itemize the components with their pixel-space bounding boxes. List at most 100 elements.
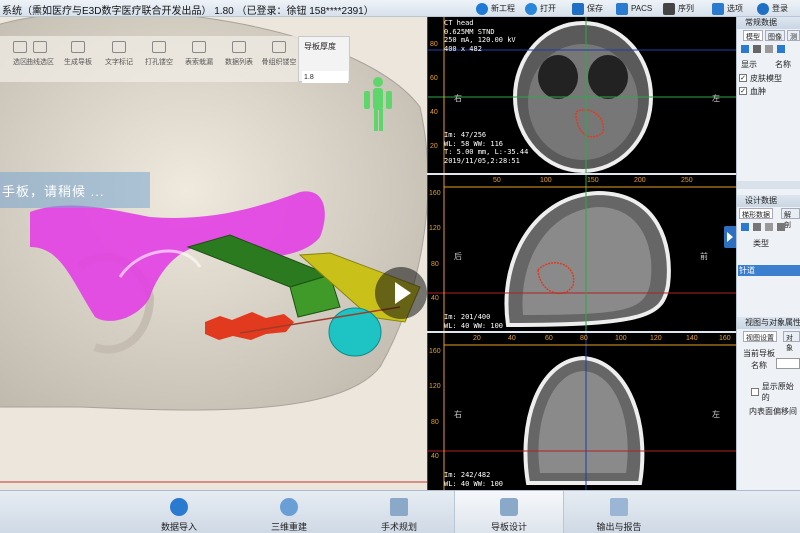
x-tick-label: 200 <box>634 177 646 184</box>
paint-icon[interactable] <box>741 45 749 53</box>
floppy-disk-icon <box>572 2 584 15</box>
copy-icon[interactable] <box>753 223 761 231</box>
tool-text-mark[interactable]: 文字标记 <box>99 36 139 82</box>
tab-anatomy[interactable]: 解剖 <box>781 208 800 229</box>
x-tick-label: 250 <box>681 177 693 184</box>
x-tick-label: 60 <box>545 335 553 342</box>
guide-thickness-panel: 导板厚度 <box>298 36 350 83</box>
tool-curve-select[interactable]: 曲线选区 <box>20 36 60 82</box>
tool-generate-guide[interactable]: 生成导板 <box>58 36 98 82</box>
x-tick-label: 40 <box>508 335 516 342</box>
x-tick-label: 150 <box>587 177 599 184</box>
text-mark-icon <box>112 41 126 53</box>
nav-label: 导板设计 <box>490 522 527 532</box>
section-general-data-header[interactable]: 常规数据 <box>737 17 800 29</box>
login-label: 登录 <box>772 4 788 13</box>
nav-guide-design[interactable]: 导板设计 <box>454 491 564 533</box>
ct-sagittal-footer-info: Im: 201/400 WL: 40 WW: 100 <box>444 313 503 330</box>
visibility-checkbox[interactable]: ✓ <box>739 74 747 82</box>
design-row-needle-path[interactable]: 针道 <box>738 265 800 276</box>
series-button[interactable]: 序列 <box>663 1 694 16</box>
tool-tube-cut[interactable]: 表索栽漏 <box>179 36 219 82</box>
tool-drill-hollow[interactable]: 打孔镂空 <box>139 36 179 82</box>
section-view-properties-header[interactable]: 视图与对象属性 <box>737 317 800 329</box>
video-play-button[interactable] <box>375 267 427 319</box>
horizontal-scrollbar[interactable] <box>737 181 800 189</box>
guide-thickness-input[interactable] <box>302 71 348 83</box>
tab-image[interactable]: 图像 <box>765 30 785 41</box>
guide-name-input[interactable] <box>776 358 800 369</box>
visibility-checkbox[interactable]: ✓ <box>739 87 747 95</box>
delete-icon[interactable] <box>765 45 773 53</box>
model-toolbar <box>741 45 799 55</box>
nav-label: 输出与报告 <box>596 522 642 532</box>
open-button[interactable]: 打开 <box>525 1 556 16</box>
play-icon <box>395 282 411 304</box>
nav-label: 三维重建 <box>270 522 307 532</box>
current-guide-label: 当前导板 <box>743 349 775 358</box>
app-window: 系统（熏如医疗与E3D数字医疗联合开发出品） 1.80 （已登录：徐钮 158*… <box>0 0 800 533</box>
guide-thickness-label: 导板厚度 <box>304 42 336 51</box>
x-tick-label: 120 <box>650 335 662 342</box>
tool-bone-hollow[interactable]: 骨组织镂空 <box>259 36 299 82</box>
delete-icon[interactable] <box>765 223 773 231</box>
tab-object[interactable]: 对象 <box>783 331 800 352</box>
right-sidebar: 常规数据 模型 图像 测 显示 名称 ✓ 皮肤模型 ✓ 血肿 设计数据 梯形数据… <box>736 17 800 490</box>
ct-coronal-view[interactable]: 20 40 60 80 100 120 140 160 160 120 80 4… <box>427 333 736 490</box>
edit-icon[interactable] <box>753 45 761 53</box>
globe-icon <box>525 2 537 15</box>
x-tick-label: 100 <box>540 177 552 184</box>
side-label-left: 左 <box>712 410 720 419</box>
ct-axial-view[interactable]: CT head 0.625MM STND 250 mA, 120.00 kV 4… <box>427 17 736 173</box>
y-tick-label: 40 <box>431 295 439 302</box>
entry-disc[interactable] <box>328 307 382 357</box>
nav-output-report[interactable]: 输出与报告 <box>564 491 674 533</box>
ct-info-line: Im: 242/482 <box>444 471 491 479</box>
generate-guide-icon <box>71 41 85 53</box>
drill-icon <box>152 41 166 53</box>
cube-icon <box>663 2 675 15</box>
ct-axial-header-info: CT head 0.625MM STND 250 mA, 120.00 kV 4… <box>444 19 516 53</box>
tab-measure[interactable]: 测 <box>787 30 800 41</box>
save-button[interactable]: 保存 <box>572 1 603 16</box>
data-list-icon <box>232 41 246 53</box>
tab-model[interactable]: 模型 <box>743 30 763 41</box>
nav-3d-reconstruction[interactable]: 三维重建 <box>234 491 344 533</box>
options-icon <box>712 2 724 15</box>
ct-axial-footer-info: Im: 47/256 WL: 58 WW: 116 T: 5.00 mm, L:… <box>444 131 528 165</box>
section-design-data-header[interactable]: 设计数据 <box>737 195 800 207</box>
show-original-option[interactable]: 显示原始的 <box>751 382 800 402</box>
column-type: 类型 <box>753 239 769 248</box>
ct-coronal-footer-info: Im: 242/482 WL: 40 WW: 100 <box>444 471 503 488</box>
ct-sagittal-view[interactable]: 50 100 150 200 250 160 120 80 40 后 前 Im:… <box>427 175 736 331</box>
design-toolbar <box>741 223 799 233</box>
ct-info-line: Im: 201/400 <box>444 313 491 321</box>
new-item-icon[interactable] <box>741 223 749 231</box>
tool-data-list[interactable]: 数据列表 <box>219 36 259 82</box>
show-original-label: 显示原始的 <box>761 382 794 402</box>
login-button[interactable]: 登录 <box>757 1 788 16</box>
collapse-panel-arrow-icon[interactable] <box>724 226 736 248</box>
options-button[interactable]: 选项 <box>712 1 743 16</box>
show-original-checkbox[interactable] <box>751 388 759 396</box>
reconstruction-icon <box>280 498 298 516</box>
inner-offset-label: 内表面偏移间 <box>749 407 797 416</box>
new-project-button[interactable]: 新工程 <box>476 1 515 16</box>
3d-scene[interactable] <box>0 17 427 490</box>
model-row-skin[interactable]: ✓ 皮肤模型 <box>739 72 782 84</box>
nav-surgery-planning[interactable]: 手术规划 <box>344 491 454 533</box>
tab-trapezoid-data[interactable]: 梯形数据 <box>739 208 773 219</box>
x-tick-label: 20 <box>473 335 481 342</box>
add-icon[interactable] <box>777 45 785 53</box>
viewport-3d[interactable]: 选区 曲线选区 生成导板 文字标记 打孔镂空 表索栽漏 数据列表 骨组织镂空 导… <box>0 17 427 490</box>
tool-label: 骨组织镂空 <box>261 59 297 66</box>
visibility-icon[interactable] <box>777 223 785 231</box>
ct-info-line: WL: 40 WW: 100 <box>444 479 504 488</box>
tab-view-settings[interactable]: 视图设置 <box>743 331 777 342</box>
y-tick-label: 80 <box>430 41 438 48</box>
model-row-hematoma[interactable]: ✓ 血肿 <box>739 85 766 97</box>
pacs-button[interactable]: PACS <box>616 1 652 16</box>
nav-label: 数据导入 <box>160 522 197 532</box>
nav-data-import[interactable]: 数据导入 <box>124 491 234 533</box>
ct-info-line: WL: 58 WW: 116 <box>444 139 504 148</box>
